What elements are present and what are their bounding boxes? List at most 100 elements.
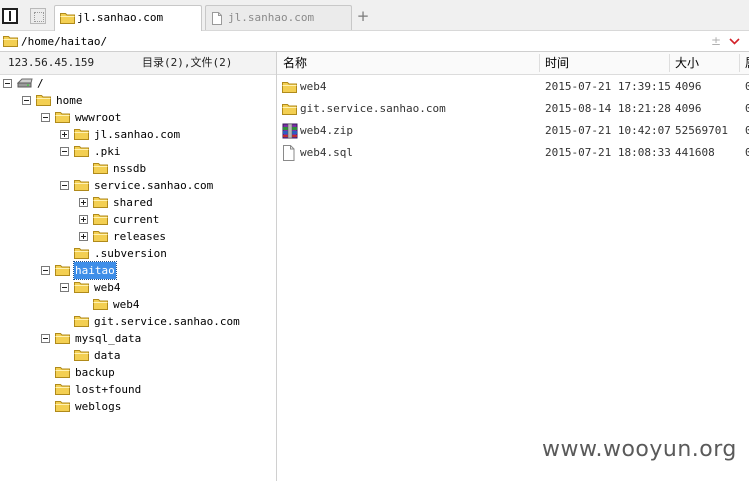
column-header-time[interactable]: 时间	[545, 52, 569, 74]
chevron-down-icon[interactable]	[729, 33, 740, 49]
path-input[interactable]	[21, 33, 701, 49]
file-row[interactable]: web4 2015-07-21 17:39:15 4096 0	[277, 76, 749, 98]
tree-node[interactable]: weblogs	[0, 398, 276, 415]
tree-node-label[interactable]: mysql_data	[74, 330, 142, 347]
collapse-icon[interactable]	[3, 79, 12, 88]
file-icon	[282, 145, 295, 169]
tree-node[interactable]: haitao	[0, 261, 276, 280]
tree-node[interactable]: releases	[0, 228, 276, 245]
folder-icon	[55, 400, 70, 417]
tree-node-label[interactable]: web4	[93, 279, 122, 296]
collapse-icon[interactable]	[41, 113, 50, 122]
file-attr: 0	[745, 124, 749, 137]
tree-node[interactable]: web4	[0, 279, 276, 296]
tab-label: jl.sanhao.com	[228, 11, 315, 24]
tree-node[interactable]: git.service.sanhao.com	[0, 313, 276, 330]
window-icon[interactable]	[30, 8, 46, 24]
file-name: web4.zip	[300, 124, 353, 137]
tree-node[interactable]: wwwroot	[0, 109, 276, 126]
tree-node-label[interactable]: git.service.sanhao.com	[93, 313, 241, 330]
new-tab-button[interactable]: +	[356, 8, 370, 24]
tree-node[interactable]: /	[0, 75, 276, 92]
file-row[interactable]: git.service.sanhao.com 2015-08-14 18:21:2…	[277, 98, 749, 120]
tree-header: 123.56.45.159 目录(2),文件(2)	[0, 52, 276, 75]
tree-node-label[interactable]: web4	[112, 296, 141, 313]
path-toggle-button[interactable]: ±	[711, 33, 721, 49]
column-header-attr[interactable]: 属	[745, 52, 749, 74]
tab-active[interactable]: jl.sanhao.com	[54, 5, 202, 31]
collapse-icon[interactable]	[41, 334, 50, 343]
document-icon	[212, 12, 222, 25]
file-name: git.service.sanhao.com	[300, 102, 446, 115]
collapse-icon[interactable]	[60, 147, 69, 156]
tree-node-label[interactable]: /	[36, 75, 45, 92]
tab-inactive[interactable]: jl.sanhao.com	[205, 5, 352, 30]
file-list-header: 名称 时间 大小 属	[277, 52, 749, 75]
collapse-icon[interactable]	[60, 181, 69, 190]
expand-icon[interactable]	[60, 130, 69, 139]
dir-file-counts: 目录(2),文件(2)	[142, 56, 233, 69]
tree-node-label[interactable]: current	[112, 211, 160, 228]
tree-node-label[interactable]: weblogs	[74, 398, 122, 415]
file-name: web4.sql	[300, 146, 353, 159]
column-separator[interactable]	[539, 54, 540, 72]
file-size: 441608	[675, 146, 715, 159]
file-attr: 0	[745, 102, 749, 115]
column-separator[interactable]	[739, 54, 740, 72]
tree-node-label[interactable]: .subversion	[93, 245, 168, 262]
tree-node-label[interactable]: nssdb	[112, 160, 147, 177]
tree-node[interactable]: mysql_data	[0, 330, 276, 347]
panel-layout-icon[interactable]	[2, 8, 18, 24]
file-row[interactable]: web4.zip 2015-07-21 10:42:07 52569701 0	[277, 120, 749, 142]
directory-tree: / home wwwroot jl.sanhao.com .pki nssdb servic…	[0, 75, 276, 481]
tree-node[interactable]: current	[0, 211, 276, 228]
file-size: 4096	[675, 102, 702, 115]
collapse-icon[interactable]	[60, 283, 69, 292]
tree-node[interactable]: .pki	[0, 143, 276, 160]
column-separator[interactable]	[669, 54, 670, 72]
tree-node[interactable]: nssdb	[0, 160, 276, 177]
tree-node[interactable]: .subversion	[0, 245, 276, 262]
file-size: 52569701	[675, 124, 728, 137]
file-time: 2015-07-21 10:42:07	[545, 124, 671, 137]
tree-node-label[interactable]: .pki	[93, 143, 122, 160]
tree-node[interactable]: lost+found	[0, 381, 276, 398]
file-row[interactable]: web4.sql 2015-07-21 18:08:33 441608 0	[277, 142, 749, 164]
folder-icon	[3, 36, 18, 47]
tree-node[interactable]: service.sanhao.com	[0, 177, 276, 194]
file-name: web4	[300, 80, 327, 93]
file-size: 4096	[675, 80, 702, 93]
tree-node[interactable]: shared	[0, 194, 276, 211]
collapse-icon[interactable]	[22, 96, 31, 105]
tree-node-label[interactable]: shared	[112, 194, 154, 211]
tree-node-label[interactable]: service.sanhao.com	[93, 177, 214, 194]
watermark: www.wooyun.org	[542, 437, 737, 462]
file-time: 2015-07-21 17:39:15	[545, 80, 671, 93]
tree-node-label[interactable]: jl.sanhao.com	[93, 126, 181, 143]
expand-icon[interactable]	[79, 198, 88, 207]
file-time: 2015-07-21 18:08:33	[545, 146, 671, 159]
tab-label: jl.sanhao.com	[77, 11, 164, 24]
expand-icon[interactable]	[79, 215, 88, 224]
tree-node[interactable]: web4	[0, 296, 276, 313]
tree-node-label[interactable]: backup	[74, 364, 116, 381]
collapse-icon[interactable]	[41, 266, 50, 275]
file-attr: 0	[745, 80, 749, 93]
tree-node-label[interactable]: haitao	[73, 261, 117, 280]
tree-node-label[interactable]: releases	[112, 228, 167, 245]
tree-node-label[interactable]: wwwroot	[74, 109, 122, 126]
tree-node[interactable]: backup	[0, 364, 276, 381]
tree-node-label[interactable]: home	[55, 92, 84, 109]
folder-icon	[60, 13, 75, 24]
file-attr: 0	[745, 146, 749, 159]
tree-node[interactable]: jl.sanhao.com	[0, 126, 276, 143]
tree-node[interactable]: home	[0, 92, 276, 109]
expand-icon[interactable]	[79, 232, 88, 241]
column-header-size[interactable]: 大小	[675, 52, 699, 74]
server-ip: 123.56.45.159	[8, 56, 95, 69]
tree-node-label[interactable]: data	[93, 347, 122, 364]
tree-node[interactable]: data	[0, 347, 276, 364]
tree-node-label[interactable]: lost+found	[74, 381, 142, 398]
column-header-name[interactable]: 名称	[283, 52, 307, 74]
path-bar: ±	[0, 31, 749, 52]
